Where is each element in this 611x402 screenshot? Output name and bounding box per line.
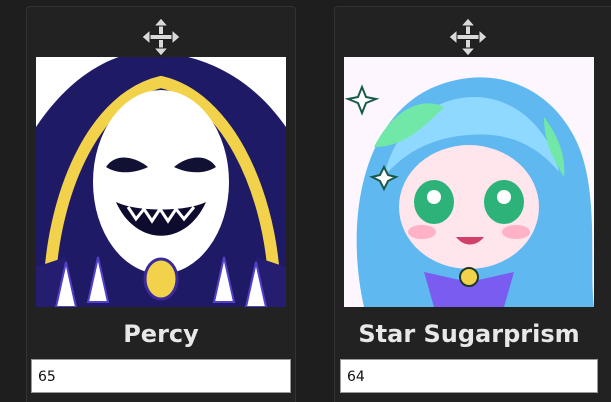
character-name: Star Sugarprism bbox=[358, 320, 580, 348]
ranking-board: Percy 65 Star Sugarprism 64 bbox=[0, 0, 611, 402]
move-arrows-icon[interactable] bbox=[448, 17, 488, 57]
move-arrows-icon[interactable] bbox=[141, 17, 181, 57]
percy-portrait bbox=[36, 57, 286, 307]
score-input[interactable] bbox=[31, 359, 291, 393]
character-card[interactable]: Percy bbox=[26, 6, 296, 402]
star-sugarprism-portrait bbox=[344, 57, 594, 307]
character-card[interactable]: Star Sugarprism bbox=[334, 6, 611, 402]
score-input[interactable] bbox=[340, 359, 598, 393]
character-name: Percy bbox=[123, 320, 199, 348]
